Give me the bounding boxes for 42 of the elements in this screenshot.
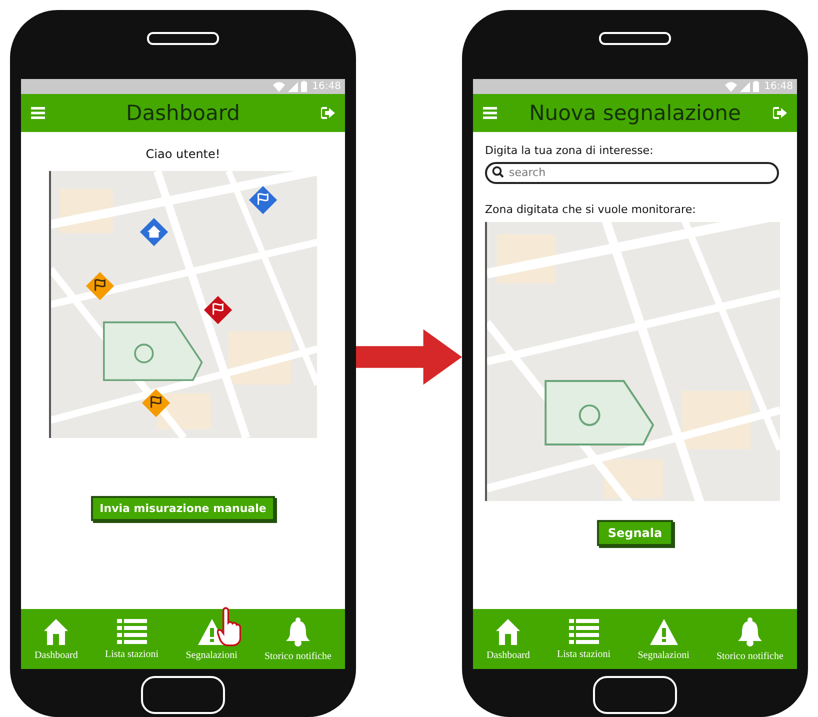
bell-icon [284, 616, 312, 646]
nav-tab[interactable]: Dashboard [32, 618, 80, 660]
signal-icon [288, 82, 298, 92]
screen-title: Dashboard [125, 101, 241, 125]
speaker-slot [147, 32, 219, 45]
warning-icon [648, 618, 679, 646]
battery-icon [301, 81, 308, 92]
greeting-text: Ciao utente! [146, 147, 220, 161]
search-icon [492, 166, 504, 178]
bell-icon [736, 616, 764, 646]
flag-marker-icon [142, 389, 170, 418]
signal-icon [740, 82, 750, 92]
nav-tab[interactable]: Lista stazioni [554, 618, 613, 660]
menu-icon[interactable] [483, 107, 497, 119]
menu-icon[interactable] [31, 107, 45, 119]
nav-tab[interactable]: Lista stazioni [102, 618, 161, 660]
send-button[interactable]: Invia misurazione manuale [90, 496, 276, 521]
screen-title: Nuova segnalazione [528, 101, 742, 125]
flag-marker-icon [249, 186, 278, 214]
logout-icon[interactable] [773, 107, 787, 119]
wifi-icon [273, 82, 286, 92]
flag-marker-icon [86, 272, 114, 300]
home-icon [43, 618, 70, 646]
nav-tab[interactable]: Storico notifiche [714, 616, 786, 662]
nav-tab[interactable]: Dashboard [484, 618, 532, 660]
nav-tab[interactable]: Storico notifiche [262, 616, 334, 662]
battery-icon [753, 81, 760, 92]
home-button[interactable] [593, 676, 677, 714]
nav-tab[interactable]: Segnalazioni [636, 618, 692, 660]
map-label: Zona digitata che si vuole monitorare: [485, 203, 697, 216]
wifi-icon [725, 82, 738, 92]
home-icon [495, 618, 522, 646]
list-icon [568, 618, 599, 644]
field-label: Digita la tua zona di interesse: [485, 144, 654, 157]
flag-marker-icon [204, 296, 232, 324]
home-button[interactable] [141, 676, 225, 714]
report-button[interactable]: Segnala [596, 520, 674, 546]
search-field[interactable]: search [485, 162, 779, 184]
home-marker-icon [139, 218, 168, 246]
logout-icon[interactable] [321, 107, 335, 119]
speaker-slot [599, 32, 671, 45]
list-icon [116, 618, 147, 644]
